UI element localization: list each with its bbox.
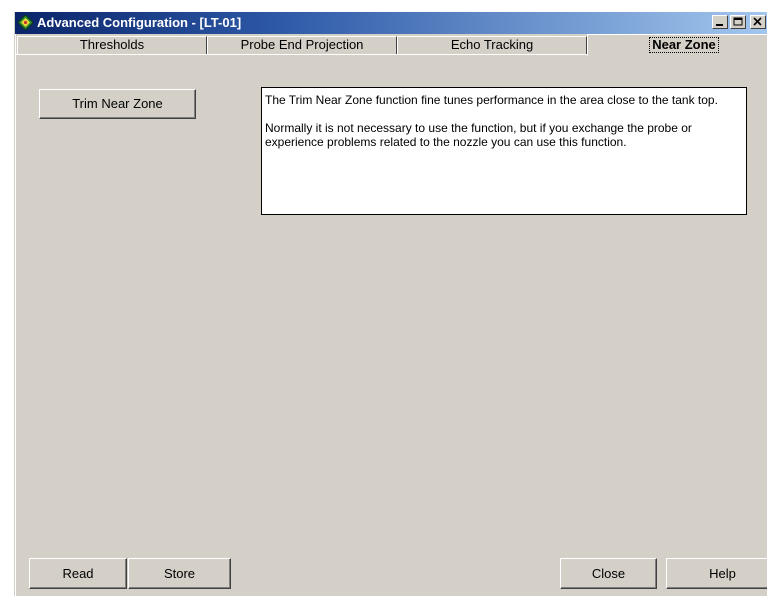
- tab-label: Echo Tracking: [450, 37, 534, 52]
- tab-thresholds[interactable]: Thresholds: [17, 36, 207, 54]
- tab-strip: Thresholds Probe End Projection Echo Tra…: [15, 34, 767, 56]
- window-title: Advanced Configuration - [LT-01]: [37, 15, 242, 30]
- maximize-icon: [733, 17, 743, 26]
- minimize-icon: [716, 24, 723, 26]
- tab-probe-end-projection[interactable]: Probe End Projection: [207, 36, 397, 54]
- minimize-button[interactable]: [712, 15, 728, 29]
- maximize-button[interactable]: [730, 15, 746, 29]
- description-box: The Trim Near Zone function fine tunes p…: [261, 87, 747, 215]
- advanced-configuration-window: Advanced Configuration - [LT-01] Thresho…: [14, 12, 767, 596]
- tab-near-zone[interactable]: Near Zone: [587, 34, 767, 56]
- close-icon: [753, 17, 762, 26]
- tab-label: Thresholds: [79, 37, 145, 52]
- close-window-button[interactable]: [750, 15, 766, 29]
- tab-echo-tracking[interactable]: Echo Tracking: [397, 36, 587, 54]
- close-button[interactable]: Close: [560, 558, 657, 589]
- title-bar[interactable]: Advanced Configuration - [LT-01]: [15, 12, 767, 34]
- store-button[interactable]: Store: [128, 558, 231, 589]
- near-zone-panel: Trim Near Zone The Trim Near Zone functi…: [15, 54, 767, 551]
- description-paragraph: Normally it is not necessary to use the …: [265, 121, 692, 149]
- trim-near-zone-button[interactable]: Trim Near Zone: [39, 89, 196, 119]
- tab-label: Probe End Projection: [240, 37, 364, 52]
- tab-label: Near Zone: [649, 37, 719, 53]
- description-paragraph: The Trim Near Zone function fine tunes p…: [265, 93, 718, 107]
- button-bar: Read Store Close Help: [15, 554, 767, 596]
- app-diamond-icon[interactable]: [17, 14, 34, 31]
- read-button[interactable]: Read: [29, 558, 127, 589]
- help-button[interactable]: Help: [666, 558, 767, 589]
